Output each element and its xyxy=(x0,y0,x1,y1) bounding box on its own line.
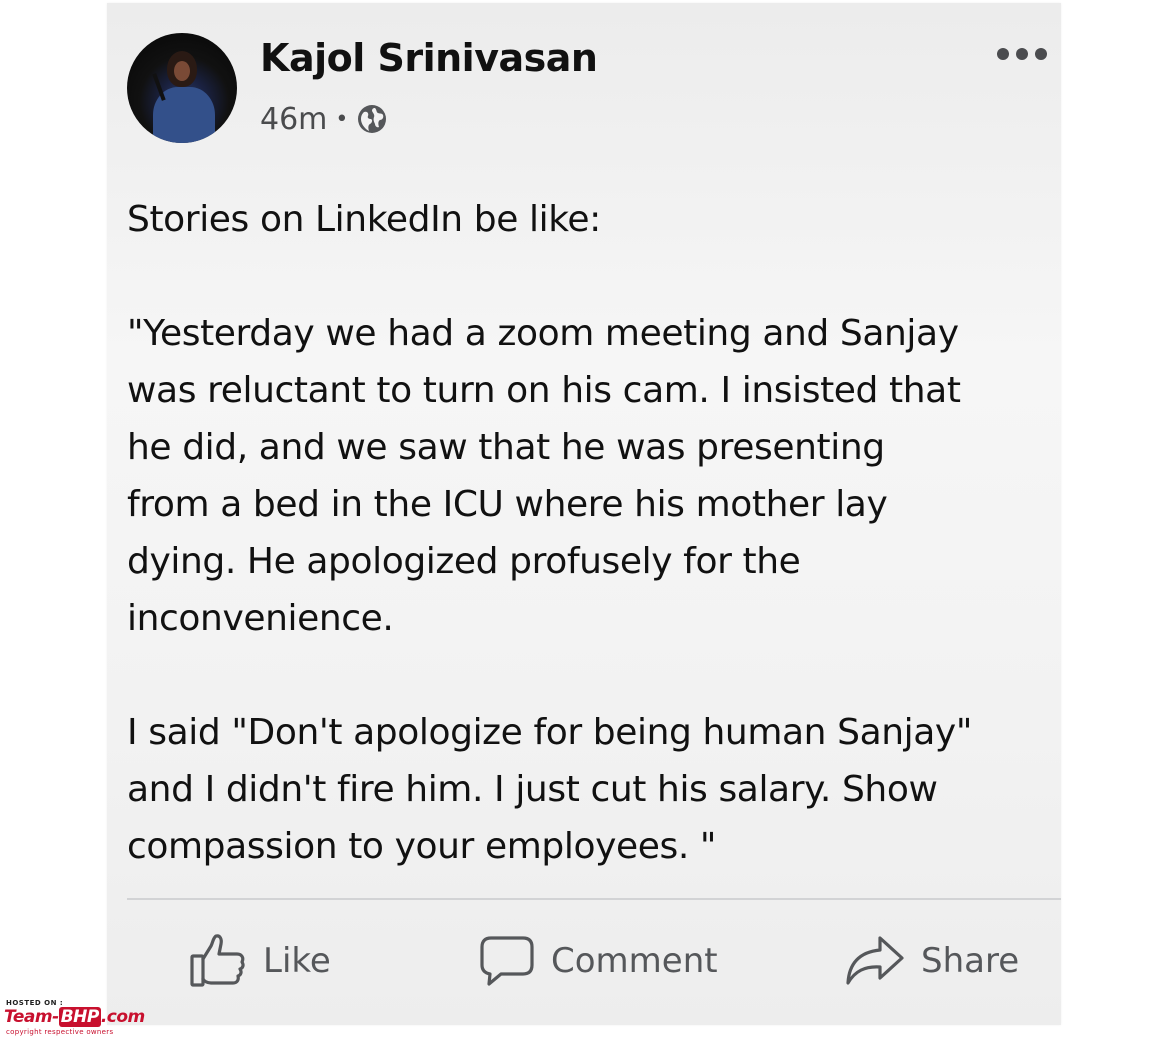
watermark-brand-suffix: .com xyxy=(100,1007,145,1027)
globe-icon[interactable] xyxy=(356,103,388,135)
watermark-brand-prefix: Team- xyxy=(4,1007,59,1027)
comment-label: Comment xyxy=(551,941,718,981)
post-paragraph: I said "Don't apologize for being human … xyxy=(127,712,972,867)
like-label: Like xyxy=(263,941,331,981)
thumbs-up-icon xyxy=(189,932,247,990)
team-bhp-watermark: HOSTED ON : Team- BHP .com copyright respe… xyxy=(4,999,194,1037)
more-horizontal-icon[interactable] xyxy=(997,43,1047,65)
post-paragraph: "Yesterday we had a zoom meeting and San… xyxy=(127,313,961,639)
watermark-logo: Team- BHP .com xyxy=(4,1007,145,1027)
more-dot xyxy=(1035,48,1047,60)
post-meta: 46m • xyxy=(260,99,388,139)
comment-button[interactable]: Comment xyxy=(479,931,718,991)
more-dot xyxy=(1016,48,1028,60)
like-button[interactable]: Like xyxy=(189,931,331,991)
post-card: Kajol Srinivasan 46m • Stories on Linked… xyxy=(107,3,1061,1025)
actions-divider xyxy=(127,898,1061,900)
watermark-copyright: copyright respective owners xyxy=(6,1028,114,1036)
share-button[interactable]: Share xyxy=(845,931,1019,991)
meta-separator: • xyxy=(335,106,349,132)
author-name[interactable]: Kajol Srinivasan xyxy=(260,36,598,80)
watermark-hosted-text: HOSTED ON : xyxy=(6,999,64,1007)
post-paragraph: Stories on LinkedIn be like: xyxy=(127,199,601,240)
avatar[interactable] xyxy=(127,33,237,143)
share-arrow-icon xyxy=(845,934,905,988)
more-dot xyxy=(997,48,1009,60)
watermark-brand-highlight: BHP xyxy=(58,1007,101,1027)
post-timestamp[interactable]: 46m xyxy=(260,102,327,137)
share-label: Share xyxy=(921,941,1020,981)
post-body: Stories on LinkedIn be like: "Yesterday … xyxy=(127,191,1061,875)
comment-bubble-icon xyxy=(479,934,535,988)
avatar-face-shape xyxy=(174,61,190,81)
